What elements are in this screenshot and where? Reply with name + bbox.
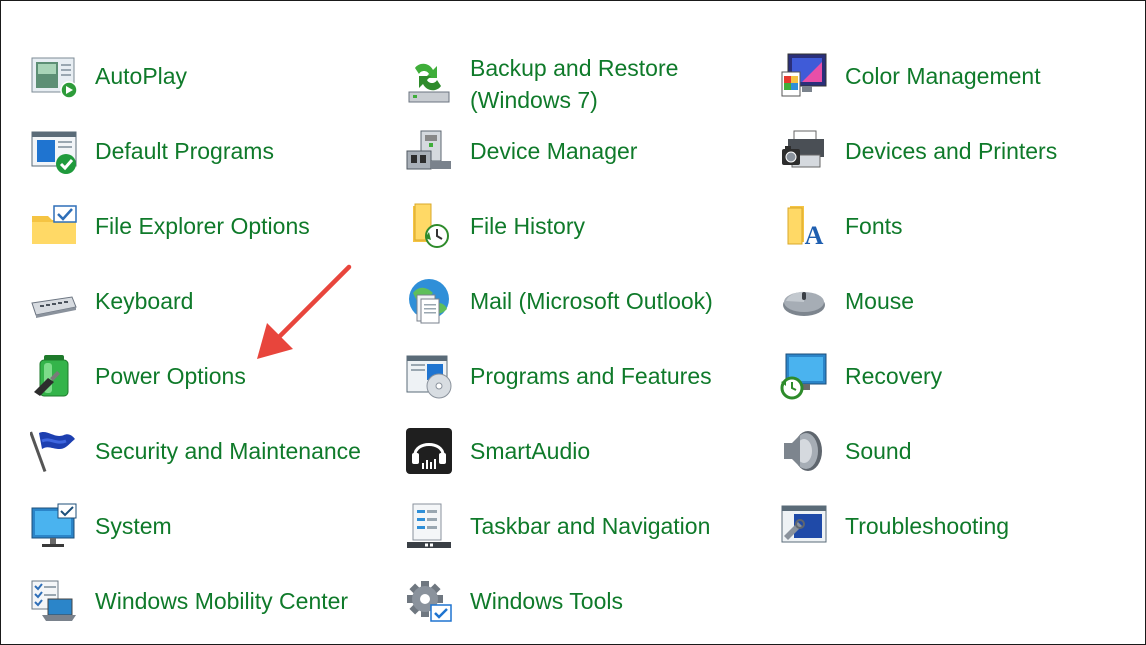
system-icon <box>30 502 78 550</box>
item-label: SmartAudio <box>470 438 591 464</box>
troubleshooting-icon <box>780 502 828 550</box>
item-label: Default Programs <box>95 138 274 164</box>
item-label: Troubleshooting <box>845 513 1010 539</box>
file-explorer-options-icon <box>30 202 78 250</box>
item-device-manager[interactable]: Device Manager <box>405 127 637 175</box>
item-backup-restore[interactable]: Backup and Restore (Windows 7) <box>405 52 678 116</box>
item-sound[interactable]: Sound <box>780 427 912 475</box>
control-panel-items: AutoPlay Default Programs File Explorer … <box>0 0 1146 645</box>
item-label: Sound <box>845 438 912 464</box>
item-label: Programs and Features <box>470 363 712 389</box>
backup-restore-icon <box>405 60 453 108</box>
item-label: Windows Mobility Center <box>95 588 349 614</box>
smartaudio-icon <box>405 427 453 475</box>
taskbar-icon <box>405 502 453 550</box>
item-label: System <box>95 513 172 539</box>
autoplay-icon <box>30 52 78 100</box>
item-mail-outlook[interactable]: Mail (Microsoft Outlook) <box>405 277 713 325</box>
item-fonts[interactable]: A Fonts <box>780 202 903 250</box>
recovery-icon <box>780 352 828 400</box>
power-options-icon <box>30 352 78 400</box>
item-label: Power Options <box>95 363 246 389</box>
programs-features-icon <box>405 352 453 400</box>
item-label: Windows Tools <box>470 588 623 614</box>
item-label: File Explorer Options <box>95 213 310 239</box>
item-keyboard[interactable]: Keyboard <box>30 277 193 325</box>
item-recovery[interactable]: Recovery <box>780 352 942 400</box>
svg-text:A: A <box>805 221 824 250</box>
item-file-explorer-options[interactable]: File Explorer Options <box>30 202 310 250</box>
keyboard-icon <box>30 277 78 325</box>
item-label: Mail (Microsoft Outlook) <box>470 288 713 314</box>
item-mouse[interactable]: Mouse <box>780 277 914 325</box>
device-manager-icon <box>405 127 453 175</box>
file-history-icon <box>405 202 453 250</box>
item-autoplay[interactable]: AutoPlay <box>30 52 187 100</box>
item-windows-mobility-center[interactable]: Windows Mobility Center <box>30 577 348 625</box>
item-label: Color Management <box>845 63 1041 89</box>
item-label: Mouse <box>845 288 915 314</box>
item-label: Recovery <box>845 363 943 389</box>
color-management-icon <box>780 52 828 100</box>
item-programs-features[interactable]: Programs and Features <box>405 352 712 400</box>
devices-printers-icon <box>780 127 828 175</box>
item-taskbar-navigation[interactable]: Taskbar and Navigation <box>405 502 710 550</box>
fonts-icon: A <box>780 202 828 250</box>
item-label: Security and Maintenance <box>95 438 361 464</box>
item-smartaudio[interactable]: SmartAudio <box>405 427 590 475</box>
item-label: Fonts <box>845 213 903 239</box>
item-color-management[interactable]: Color Management <box>780 52 1041 100</box>
red-arrow-icon <box>257 264 352 359</box>
item-default-programs[interactable]: Default Programs <box>30 127 274 175</box>
item-label: Devices and Printers <box>845 138 1058 164</box>
item-label: File History <box>470 213 586 239</box>
item-label: Keyboard <box>95 288 194 314</box>
item-system[interactable]: System <box>30 502 172 550</box>
item-label: Taskbar and Navigation <box>470 513 711 539</box>
item-label: Backup and Restore (Windows 7) <box>470 55 679 113</box>
mouse-icon <box>780 277 828 325</box>
item-label: AutoPlay <box>95 63 188 89</box>
sound-icon <box>780 427 828 475</box>
default-programs-icon <box>30 127 78 175</box>
item-devices-printers[interactable]: Devices and Printers <box>780 127 1057 175</box>
item-security-maintenance[interactable]: Security and Maintenance <box>30 427 361 475</box>
item-label: Device Manager <box>470 138 638 164</box>
item-power-options[interactable]: Power Options <box>30 352 246 400</box>
security-flag-icon <box>30 427 78 475</box>
item-troubleshooting[interactable]: Troubleshooting <box>780 502 1009 550</box>
item-windows-tools[interactable]: Windows Tools <box>405 577 623 625</box>
item-file-history[interactable]: File History <box>405 202 585 250</box>
mail-icon <box>405 277 453 325</box>
windows-tools-icon <box>405 577 453 625</box>
mobility-center-icon <box>30 577 78 625</box>
